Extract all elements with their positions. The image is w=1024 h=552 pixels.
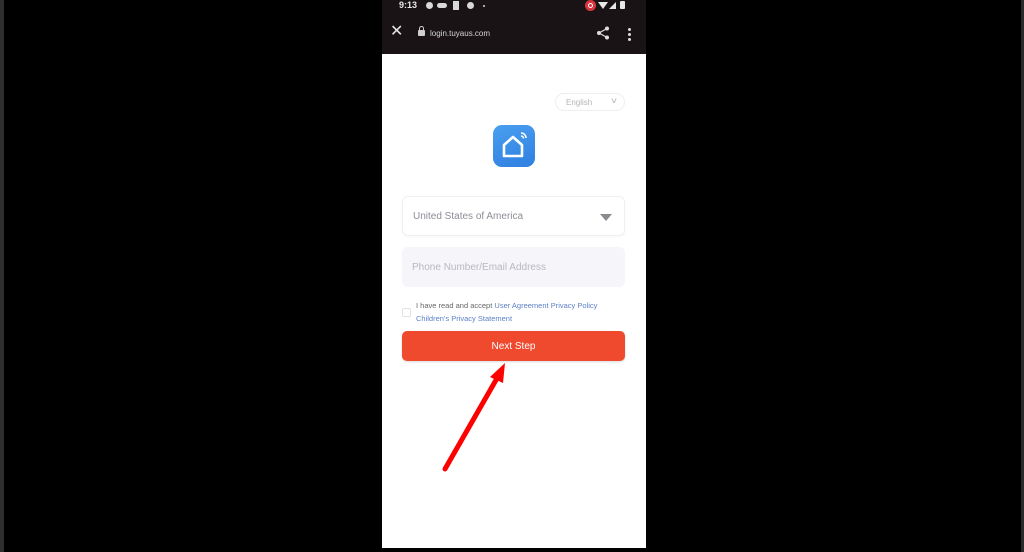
url-text[interactable]: login.tuyaus.com	[430, 29, 490, 38]
user-agreement-link[interactable]: User Agreement	[494, 301, 548, 310]
lock-icon	[418, 26, 425, 36]
browser-toolbar: ✕ login.tuyaus.com	[382, 12, 646, 54]
status-bar: 9:13	[382, 0, 646, 12]
language-label: English	[566, 98, 593, 107]
battery-icon	[620, 1, 625, 9]
sim-icon	[453, 1, 459, 10]
smart-home-icon	[493, 125, 535, 167]
chevron-down-icon: ∨	[609, 96, 619, 105]
notification-dot-icon	[483, 5, 485, 7]
voicemail-icon	[437, 3, 447, 8]
gps-icon	[426, 2, 433, 9]
country-value: United States of America	[413, 211, 524, 222]
children-privacy-link[interactable]: Children's Privacy Statement	[416, 314, 512, 323]
gps-icon	[467, 2, 474, 9]
wifi-icon	[598, 2, 608, 9]
country-selector[interactable]: United States of America	[402, 196, 625, 236]
close-icon[interactable]: ✕	[390, 24, 403, 40]
phone-screen: 9:13 ✕ login.tuyaus.com English ∨ United…	[382, 0, 646, 548]
status-time: 9:13	[399, 0, 418, 10]
agreement-row: I have read and accept User Agreement Pr…	[402, 299, 625, 325]
agreement-checkbox[interactable]	[402, 308, 411, 317]
dropdown-triangle-icon	[600, 214, 612, 221]
agreement-prefix: I have read and accept	[416, 301, 493, 310]
signal-icon	[609, 2, 616, 9]
share-icon[interactable]	[596, 26, 610, 40]
agreement-text: I have read and accept User Agreement Pr…	[416, 299, 626, 325]
account-input[interactable]	[402, 247, 625, 287]
kebab-menu-icon[interactable]	[628, 28, 631, 43]
language-selector[interactable]: English ∨	[555, 93, 625, 111]
login-page: English ∨ United States of America I hav…	[382, 54, 646, 548]
left-edge-border	[0, 0, 4, 552]
privacy-policy-link[interactable]: Privacy Policy	[551, 301, 598, 310]
screen-record-icon	[585, 0, 596, 11]
next-step-button[interactable]: Next Step	[402, 331, 625, 361]
